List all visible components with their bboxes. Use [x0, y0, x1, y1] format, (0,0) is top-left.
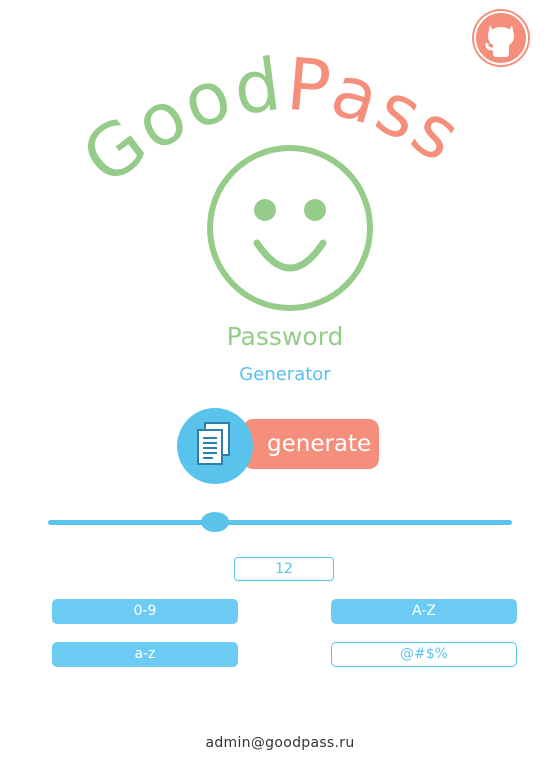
lowercase-toggle[interactable]: a-z — [52, 642, 238, 667]
contact-email[interactable]: admin@goodpass.ru — [0, 735, 550, 751]
copy-documents-icon — [197, 422, 230, 465]
length-field[interactable]: 12 — [234, 557, 334, 581]
length-slider-track[interactable] — [48, 520, 512, 525]
generate-button[interactable]: generate — [243, 419, 379, 469]
generate-button-label: generate — [267, 431, 372, 457]
smiley-face-icon — [207, 145, 373, 311]
special-chars-toggle[interactable]: @#$% — [331, 642, 517, 667]
uppercase-toggle[interactable]: A-Z — [331, 599, 517, 624]
subtitle-generator: Generator — [239, 364, 331, 385]
digits-toggle[interactable]: 0-9 — [52, 599, 238, 624]
copy-button[interactable] — [177, 408, 253, 484]
length-slider-thumb[interactable] — [201, 512, 230, 532]
subtitle-password: Password — [226, 322, 344, 351]
